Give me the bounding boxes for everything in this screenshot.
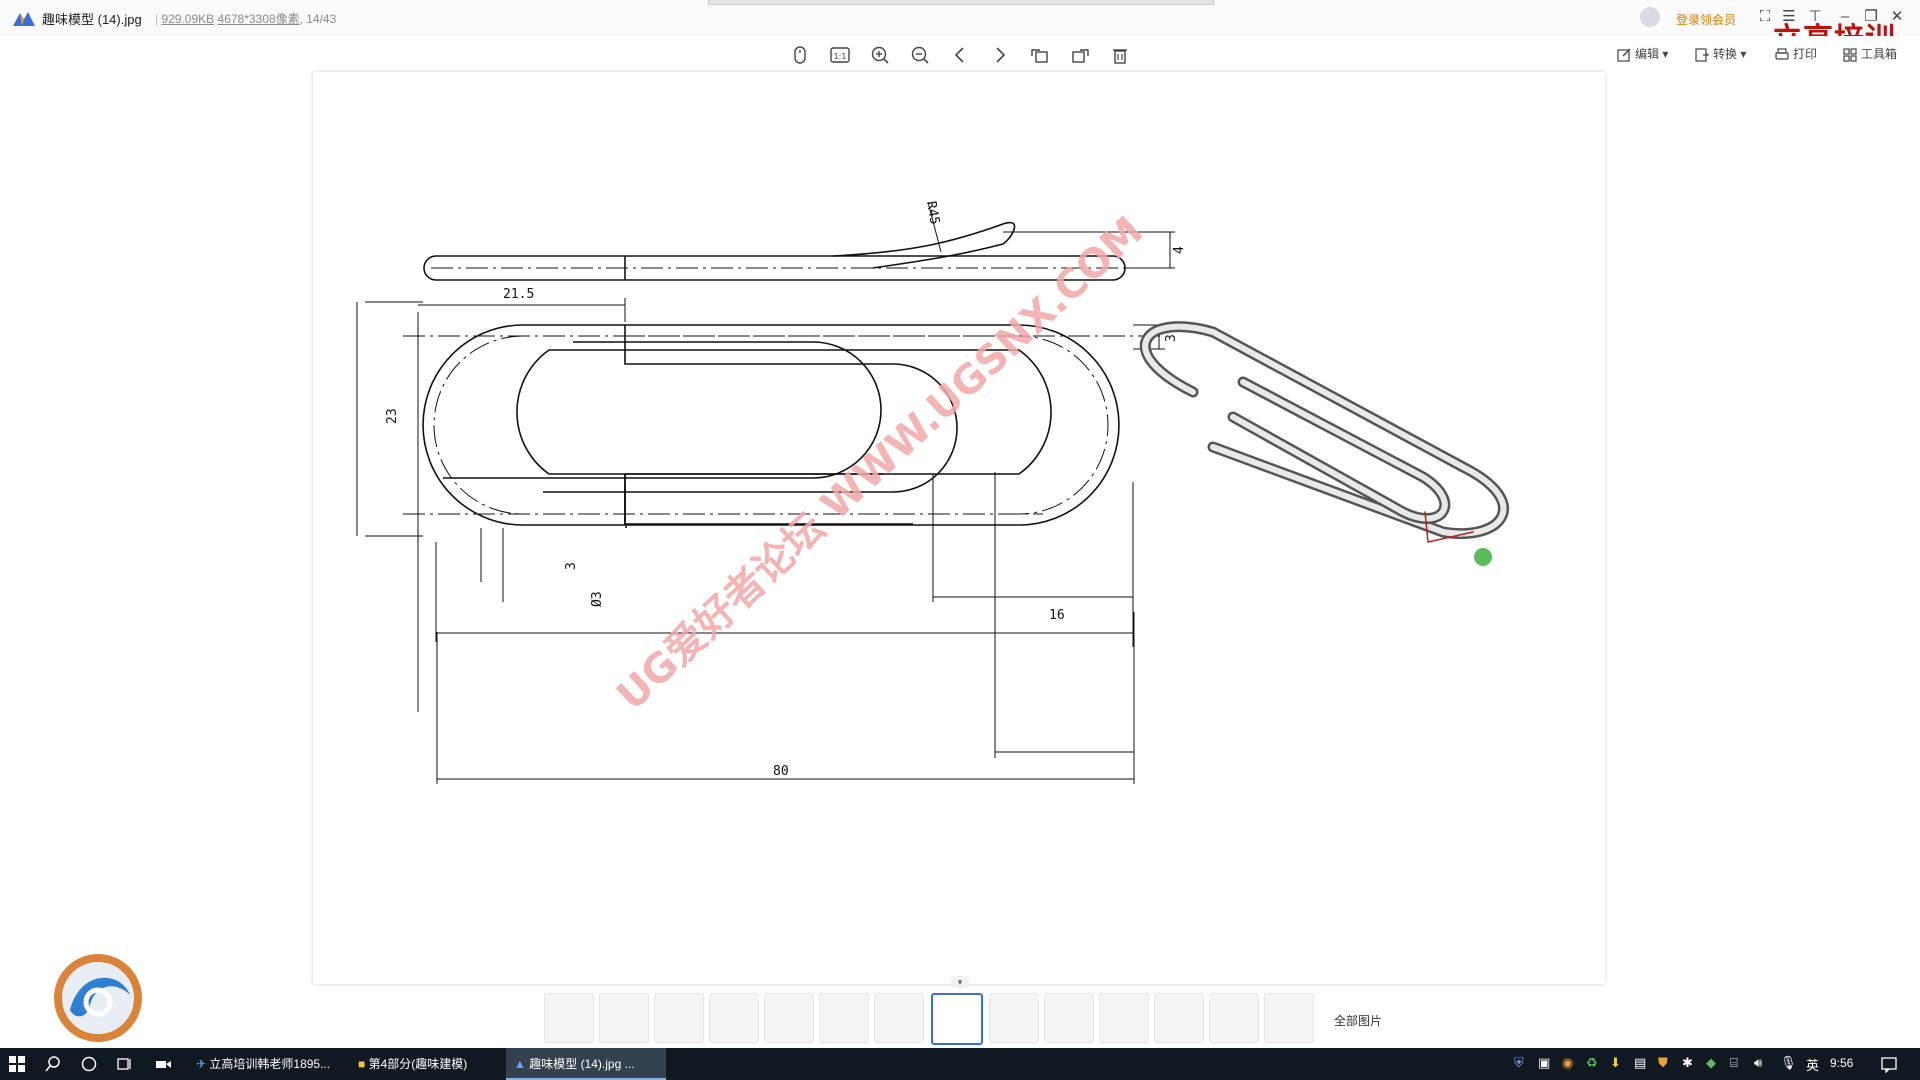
bluetooth-icon[interactable]: ✱ [1682,1055,1700,1073]
task-view-icon[interactable] [116,1055,134,1073]
forum-watermark: UG爱好者论坛 WWW.UGSNX.COM [608,208,1152,719]
zoom-in-icon[interactable] [867,42,893,68]
paperclip-3d-render [1139,321,1509,566]
thumbnail[interactable] [1099,993,1149,1043]
dim-3-top: 3 [1164,334,1179,342]
ime-indicator[interactable]: 英 [1806,1055,1819,1074]
rotate-left-icon[interactable] [1027,42,1053,68]
dim-3-bottom: 3 [564,562,579,570]
thumbnail[interactable] [1044,993,1094,1043]
thumbnail[interactable] [874,993,924,1043]
thumbnail[interactable] [819,993,869,1043]
thumbnail[interactable] [599,993,649,1043]
thumbnail[interactable] [1154,993,1204,1043]
shield-icon[interactable]: ⛨ [1514,1055,1532,1073]
taskbar-clock[interactable]: 9:56 [1830,1056,1853,1070]
taskbar-item-label: 第4部分(趣味建模) [368,1057,468,1071]
chat-icon[interactable]: ▣ [1538,1055,1556,1073]
app-logo-icon [13,12,35,26]
security-icon[interactable]: ⛊ [1658,1055,1676,1073]
cortana-icon[interactable] [80,1055,98,1073]
thumbnail[interactable] [654,993,704,1043]
nvidia-icon[interactable]: ◆ [1706,1055,1724,1073]
dimension-lines [356,298,1165,712]
zoom-out-icon[interactable] [907,42,933,68]
taskbar-item-label: 立高培训韩老师1895... [209,1057,331,1071]
windows-start-icon[interactable] [8,1055,26,1073]
convert-icon [1695,48,1710,62]
brand-logo-icon [54,954,142,1042]
file-size[interactable]: 929.09KB [161,12,214,26]
edit-button[interactable]: 编辑 ▾ [1616,45,1668,63]
sync-icon[interactable]: ♻ [1586,1055,1604,1073]
thumbnail[interactable] [709,993,759,1043]
thumbnail[interactable] [764,993,814,1043]
toolbox-button[interactable]: 工具箱 [1842,45,1897,63]
rotate-right-icon[interactable] [1067,42,1093,68]
dim-80: 80 [773,764,789,779]
top-popup-edge [708,0,1214,5]
recorder-icon[interactable] [154,1055,172,1073]
print-icon [1775,48,1789,60]
actual-size-icon[interactable]: 1:1 [827,42,853,68]
title-bar: 趣味模型 (14).jpg | 929.09KB 4678*3308像素, 14… [0,0,1920,36]
print-button[interactable]: 打印 [1774,45,1817,63]
taskbar-item-chat[interactable]: ✈ 立高培训韩老师1895... [188,1048,352,1080]
thumbnail[interactable] [544,993,594,1043]
clipboard-icon[interactable]: ▤ [1634,1055,1652,1073]
file-meta: | 929.09KB 4678*3308像素, 14/43 [155,12,337,26]
toolbox-label: 工具箱 [1861,47,1898,61]
prev-icon[interactable] [947,42,973,68]
avatar[interactable] [1640,7,1660,27]
thumbnail-active[interactable] [931,993,983,1045]
thumbnail[interactable] [989,993,1039,1043]
technical-drawing: R45 4 21.5 3 23 3 Ø3 16 80 UG爱好者论坛 WWW.U… [356,200,1509,784]
image-dimensions[interactable]: 4678*3308像素 [218,12,300,26]
print-label: 打印 [1793,47,1818,61]
mouse-icon[interactable] [787,42,813,68]
dim-23: 23 [385,408,400,424]
edit-icon [1617,48,1631,62]
search-icon[interactable] [44,1055,62,1073]
thumbnail[interactable] [1209,993,1259,1043]
vip-login-link[interactable]: 登录领会员 [1676,11,1736,28]
dim-21-5: 21.5 [503,287,534,302]
next-icon[interactable] [987,42,1013,68]
thumbnail-collapse-button[interactable]: ▾ [951,976,969,988]
taskbar-item-label: 趣味模型 (14).jpg ... [529,1057,635,1071]
volume-icon[interactable]: 🔊︎ [1754,1055,1772,1073]
notification-icon[interactable] [1880,1055,1898,1073]
edit-label: 编辑 [1635,47,1660,61]
dim-r45: R45 [923,200,942,226]
delete-icon[interactable] [1107,42,1133,68]
thumbnail[interactable] [1264,993,1314,1043]
app-tray-icon[interactable]: ◉ [1562,1055,1580,1073]
convert-button[interactable]: 转换 ▾ [1694,45,1746,63]
all-pictures-link[interactable]: 全部图片 [1334,1012,1382,1029]
network-icon[interactable]: ⌸ [1730,1055,1748,1073]
download-icon[interactable]: ⬇ [1610,1055,1628,1073]
toolbox-icon [1843,48,1857,62]
top-view [403,324,1165,528]
convert-label: 转换 [1713,47,1738,61]
microphone-icon[interactable]: 🎙︎ [1780,1055,1798,1073]
svg-text:1:1: 1:1 [834,52,847,61]
page-index: 14/43 [306,12,337,26]
dim-phi3: Ø3 [590,591,605,607]
dim-4: 4 [1172,246,1187,254]
file-name: 趣味模型 (14).jpg [42,12,142,27]
dim-16: 16 [1049,608,1065,623]
taskbar-item-image-viewer[interactable]: ▲ 趣味模型 (14).jpg ... [506,1048,666,1080]
taskbar-item-folder[interactable]: ■ 第4部分(趣味建模) [350,1048,510,1080]
